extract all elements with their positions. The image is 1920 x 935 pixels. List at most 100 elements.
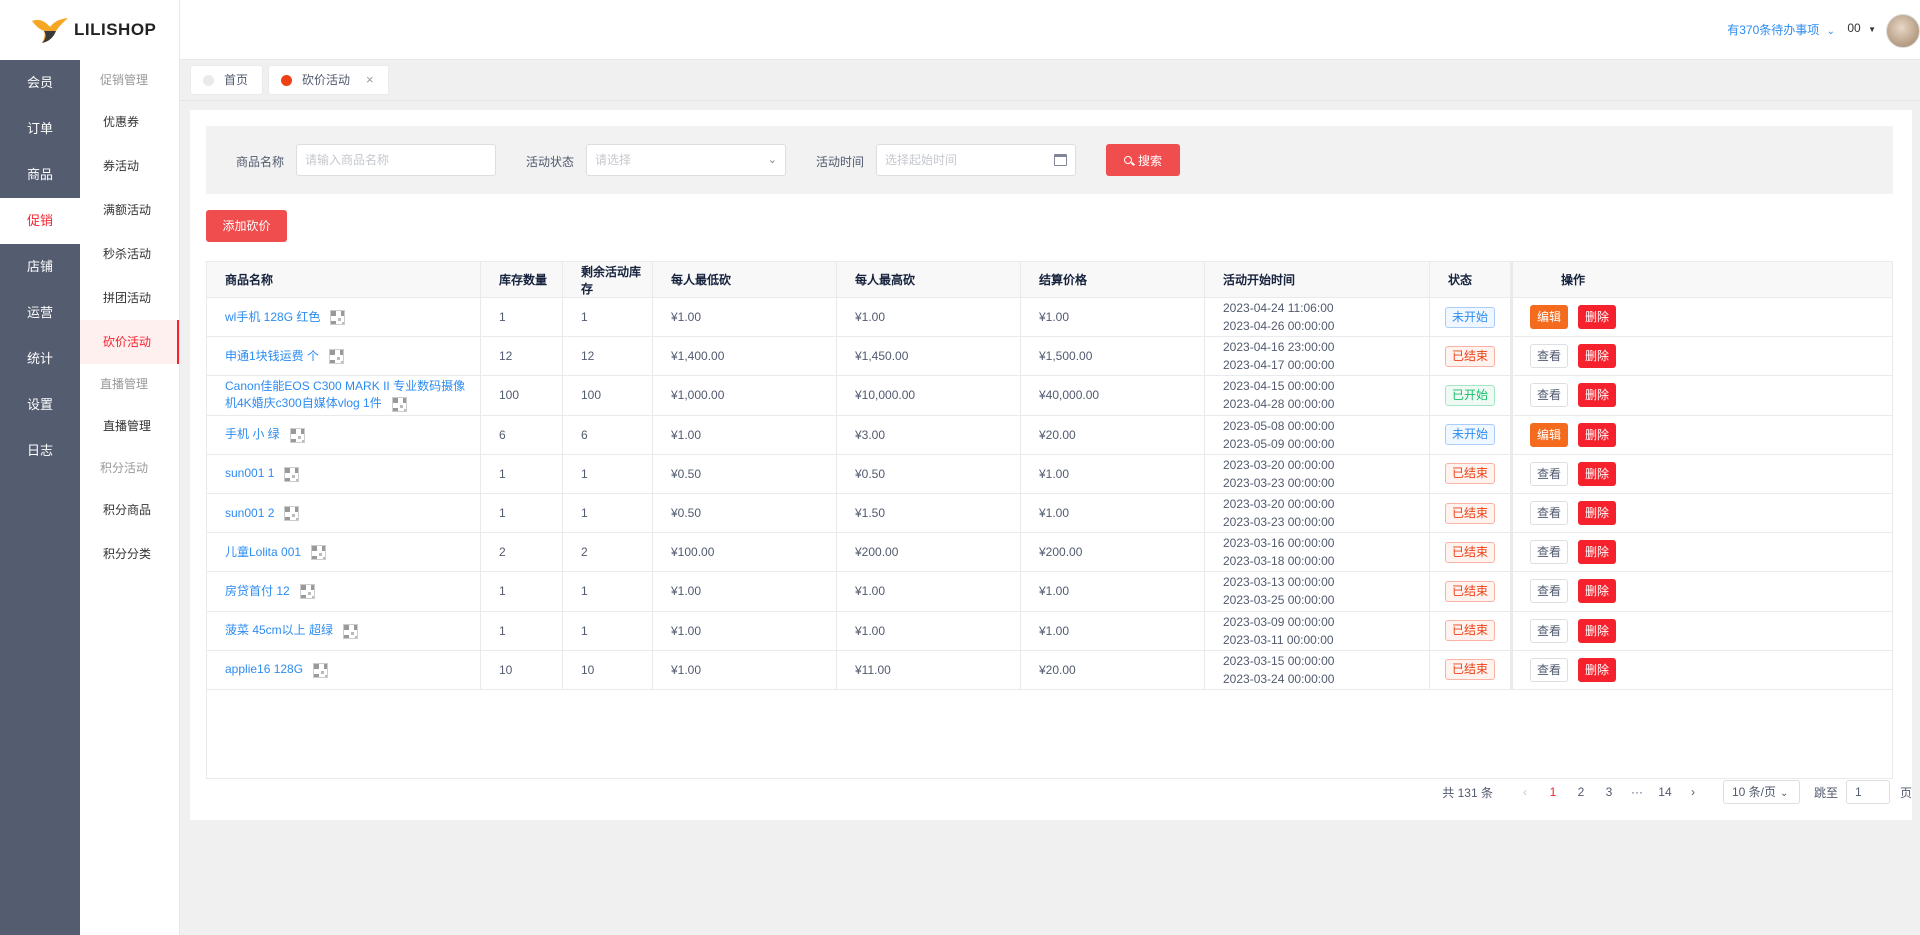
product-link[interactable]: applie16 128G [225,662,303,676]
delete-button[interactable]: 删除 [1578,422,1617,447]
qrcode-icon[interactable] [284,466,300,482]
view-button[interactable]: 查看 [1529,618,1568,643]
subnav-item[interactable]: 积分商品 [80,488,179,532]
qrcode-icon[interactable] [330,309,346,325]
product-link[interactable]: 房贷首付 12 [225,584,290,598]
edit-button[interactable]: 编辑 [1529,305,1568,330]
view-button[interactable]: 查看 [1529,461,1568,486]
time-cell: 2023-03-16 00:00:00 2023-03-18 00:00:00 [1205,533,1430,572]
nav-item-0[interactable]: 会员 [0,60,80,106]
date-picker[interactable]: 选择起始时间 [876,144,1076,176]
avatar[interactable] [1886,14,1920,48]
name-search-input[interactable]: 请输入商品名称 [296,144,496,176]
user-dropdown[interactable]: 00 ▼ [1847,21,1876,35]
end-time: 2023-04-17 00:00:00 [1223,358,1335,373]
end-time: 2023-03-25 00:00:00 [1223,593,1335,608]
subnav-item[interactable]: 秒杀活动 [80,232,179,276]
product-link[interactable]: 菠菜 45cm以上 超绿 [225,623,333,637]
product-link[interactable]: 儿童Lolita 001 [225,545,301,559]
qrcode-icon[interactable] [299,584,315,600]
view-button[interactable]: 查看 [1529,579,1568,604]
view-button[interactable]: 查看 [1529,344,1568,369]
prev-page-icon[interactable]: ‹ [1511,785,1539,799]
add-bargain-button[interactable]: 添加砍价 [206,210,287,242]
next-page-icon[interactable]: › [1679,785,1707,799]
column-header: 每人最低砍 [653,262,837,297]
delete-button[interactable]: 删除 [1578,383,1617,408]
page-item[interactable]: 2 [1567,785,1595,799]
search-button[interactable]: 搜索 [1106,144,1180,176]
nav-item-2[interactable]: 商品 [0,152,80,198]
nav-item-4[interactable]: 店铺 [0,244,80,290]
action-cell: 查看 删除 [1511,337,1633,376]
delete-button[interactable]: 删除 [1578,344,1617,369]
qrcode-icon[interactable] [343,623,359,639]
status-select[interactable]: 请选择 ⌄ [586,144,786,176]
page-item[interactable]: ··· [1623,785,1651,799]
product-link[interactable]: Canon佳能EOS C300 MARK II 专业数码摄像机4K婚庆c300自… [225,379,465,410]
product-link[interactable]: 手机 小 绿 [225,427,280,441]
subnav-item[interactable]: 积分分类 [80,532,179,576]
action-cell: 查看 删除 [1511,494,1633,533]
status-badge: 未开始 [1444,306,1495,328]
qrcode-icon[interactable] [284,505,300,521]
status-cell: 已结束 [1430,454,1511,493]
todo-dropdown[interactable]: 有370条待办事项 ⌄ [1727,21,1835,38]
end-time: 2023-03-18 00:00:00 [1223,554,1335,569]
tab-bargain[interactable]: 砍价活动 × [268,65,389,95]
tab-bar: 首页 砍价活动 × [180,60,1920,101]
status-badge: 已结束 [1444,659,1495,681]
subnav-item[interactable]: 砍价活动 [80,320,179,364]
subnav-item[interactable]: 满额活动 [80,188,179,232]
remain-cell: 12 [563,337,653,376]
nav-item-7[interactable]: 设置 [0,382,80,428]
nav-item-6[interactable]: 统计 [0,336,80,382]
delete-button[interactable]: 删除 [1578,501,1617,526]
table-row: 手机 小 绿 6 6 ¥1.00 ¥3.00 ¥20.00 2023-05-08 00:00… [207,415,1892,455]
edit-button[interactable]: 编辑 [1529,422,1568,447]
qrcode-icon[interactable] [289,427,305,443]
qrcode-icon[interactable] [313,662,329,678]
tab-home[interactable]: 首页 [190,65,264,95]
delete-button[interactable]: 删除 [1578,618,1617,643]
subnav-item[interactable]: 券活动 [80,144,179,188]
qrcode-icon[interactable] [311,545,327,561]
product-link[interactable]: sun001 1 [225,466,274,480]
nav-item-5[interactable]: 运营 [0,290,80,336]
time-range: 2023-03-20 00:00:00 2023-03-23 00:00:00 [1223,456,1334,492]
delete-button[interactable]: 删除 [1578,305,1617,330]
remain-cell: 6 [563,415,653,454]
stock-cell: 10 [481,650,563,689]
jump-input[interactable]: 1 [1845,780,1890,804]
page-item[interactable]: 14 [1651,785,1679,799]
qrcode-icon[interactable] [391,396,407,412]
view-button[interactable]: 查看 [1529,540,1568,565]
view-button[interactable]: 查看 [1529,383,1568,408]
product-link[interactable]: wl手机 128G 红色 [225,310,320,324]
subnav-item[interactable]: 优惠券 [80,100,179,144]
subnav-item[interactable]: 直播管理 [80,404,179,448]
delete-button[interactable]: 删除 [1578,579,1617,604]
remain-cell: 1 [563,454,653,493]
stock-cell: 1 [481,454,563,493]
product-link[interactable]: 申通1块钱运费 个 [225,349,319,363]
brand-logo[interactable]: LILISHOP [0,0,180,60]
remain-cell: 1 [563,298,653,337]
min-cell: ¥0.50 [653,454,837,493]
delete-button[interactable]: 删除 [1578,461,1617,486]
close-icon[interactable]: × [366,65,374,95]
nav-item-1[interactable]: 订单 [0,106,80,152]
delete-button[interactable]: 删除 [1578,540,1617,565]
nav-item-3[interactable]: 促销 [0,198,80,244]
delete-button[interactable]: 删除 [1578,657,1617,682]
page-item[interactable]: 3 [1595,785,1623,799]
nav-item-8[interactable]: 日志 [0,428,80,474]
min-cell: ¥1.00 [653,572,837,611]
qrcode-icon[interactable] [329,349,345,365]
view-button[interactable]: 查看 [1529,501,1568,526]
product-link[interactable]: sun001 2 [225,506,274,520]
page-item[interactable]: 1 [1539,785,1567,799]
view-button[interactable]: 查看 [1529,657,1568,682]
page-size-select[interactable]: 10 条/页 ⌄ [1722,780,1800,804]
subnav-item[interactable]: 拼团活动 [80,276,179,320]
